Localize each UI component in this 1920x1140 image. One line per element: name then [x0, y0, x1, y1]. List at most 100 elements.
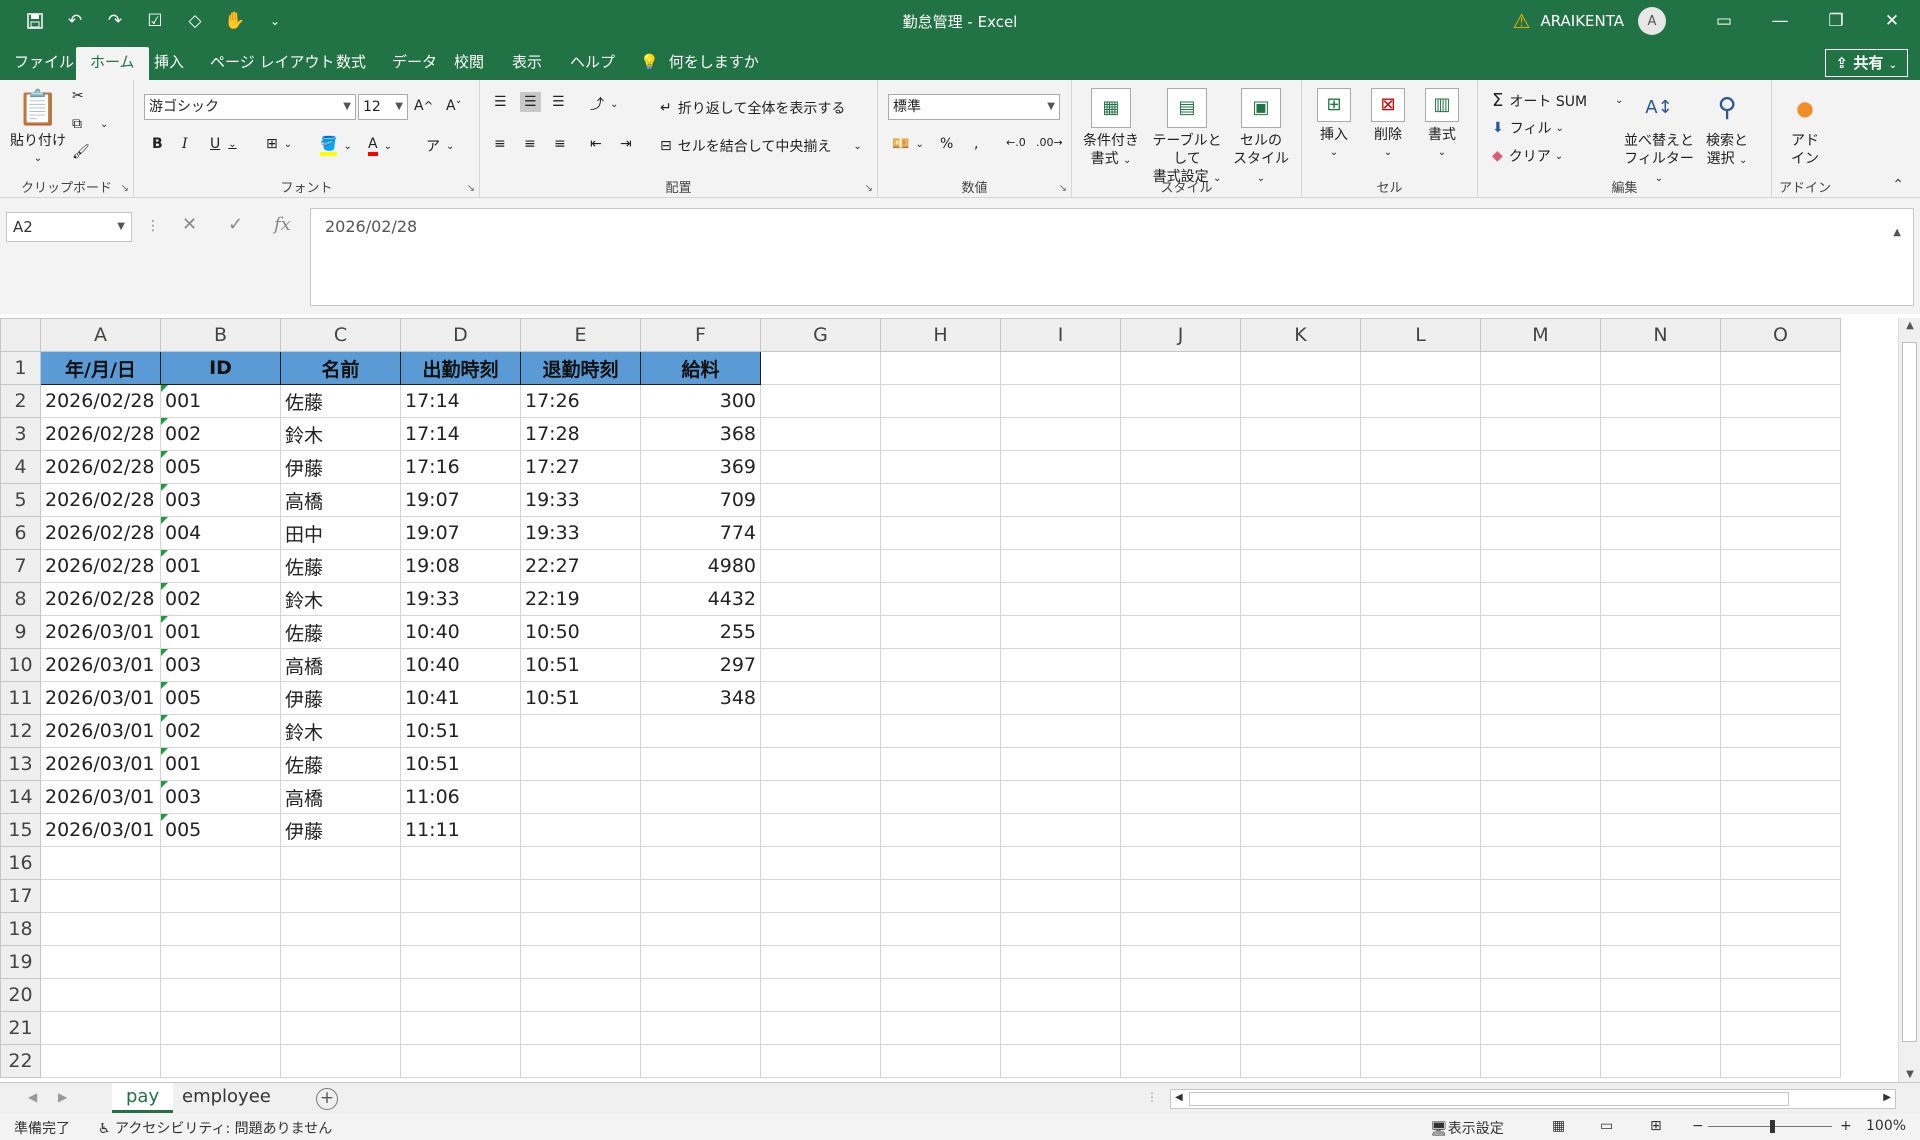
cell-O2[interactable]	[1720, 384, 1841, 418]
cell-N2[interactable]	[1600, 384, 1721, 418]
paste-button[interactable]: 📋 貼り付け ⌄	[8, 88, 68, 168]
cell-L7[interactable]	[1360, 549, 1481, 583]
cell-M13[interactable]	[1480, 747, 1601, 781]
cell-D11[interactable]: 10:41	[400, 681, 521, 715]
cell-N5[interactable]	[1600, 483, 1721, 517]
cell-H13[interactable]	[880, 747, 1001, 781]
cell-K19[interactable]	[1240, 945, 1361, 979]
row-header[interactable]: 22	[0, 1044, 41, 1078]
cell-K18[interactable]	[1240, 912, 1361, 946]
cell-C21[interactable]	[280, 1011, 401, 1045]
cell-N1[interactable]	[1600, 351, 1721, 385]
cell-M4[interactable]	[1480, 450, 1601, 484]
orientation-icon[interactable]: ⤴ ⌄	[590, 94, 618, 114]
cell-B6[interactable]: 004	[160, 516, 281, 550]
cell-K5[interactable]	[1240, 483, 1361, 517]
cell-O21[interactable]	[1720, 1011, 1841, 1045]
page-break-view-icon[interactable]: ⊞	[1650, 1118, 1662, 1134]
cell-L14[interactable]	[1360, 780, 1481, 814]
cell-L11[interactable]	[1360, 681, 1481, 715]
increase-decimal-icon[interactable]: ←.0	[1006, 136, 1026, 149]
cell-F9[interactable]: 255	[640, 615, 761, 649]
sheet-tab-employee[interactable]: employee	[168, 1083, 285, 1113]
cell-C8[interactable]: 鈴木	[280, 582, 401, 616]
scroll-up-icon[interactable]: ▲	[1899, 320, 1920, 331]
cell-A13[interactable]: 2026/03/01	[40, 747, 161, 781]
find-select-button[interactable]: ⚲ 検索と 選択 ⌄	[1694, 88, 1760, 170]
row-header[interactable]: 13	[0, 747, 41, 781]
cell-K13[interactable]	[1240, 747, 1361, 781]
number-format-select[interactable]: 標準 ▼	[888, 94, 1060, 120]
cell-B21[interactable]	[160, 1011, 281, 1045]
cell-O22[interactable]	[1720, 1044, 1841, 1078]
cell-B19[interactable]	[160, 945, 281, 979]
cell-J5[interactable]	[1120, 483, 1241, 517]
cell-B4[interactable]: 005	[160, 450, 281, 484]
cell-H17[interactable]	[880, 879, 1001, 913]
cell-O17[interactable]	[1720, 879, 1841, 913]
cell-C1[interactable]: 名前	[280, 351, 401, 385]
cell-I12[interactable]	[1000, 714, 1121, 748]
phonetic-icon[interactable]: ア ⌄	[426, 136, 454, 156]
cell-O19[interactable]	[1720, 945, 1841, 979]
cell-O13[interactable]	[1720, 747, 1841, 781]
cell-M2[interactable]	[1480, 384, 1601, 418]
cell-D7[interactable]: 19:08	[400, 549, 521, 583]
dialog-launcher-icon[interactable]: ↘	[865, 183, 873, 194]
cell-A4[interactable]: 2026/02/28	[40, 450, 161, 484]
name-box[interactable]: A2 ▼	[6, 212, 132, 242]
cell-M7[interactable]	[1480, 549, 1601, 583]
select-all-corner[interactable]	[0, 318, 41, 352]
cell-M15[interactable]	[1480, 813, 1601, 847]
horizontal-scrollbar[interactable]: ◀ ▶	[1170, 1089, 1896, 1109]
cell-F4[interactable]: 369	[640, 450, 761, 484]
accessibility-status[interactable]: ♿ アクセシビリティ: 問題ありません	[98, 1118, 332, 1138]
cell-N9[interactable]	[1600, 615, 1721, 649]
cell-H7[interactable]	[880, 549, 1001, 583]
cell-H5[interactable]	[880, 483, 1001, 517]
cell-M3[interactable]	[1480, 417, 1601, 451]
cell-L17[interactable]	[1360, 879, 1481, 913]
cell-L16[interactable]	[1360, 846, 1481, 880]
scroll-thumb[interactable]	[1189, 1092, 1789, 1106]
cell-B20[interactable]	[160, 978, 281, 1012]
tab-insert[interactable]: 挿入	[140, 47, 198, 80]
cell-L12[interactable]	[1360, 714, 1481, 748]
row-header[interactable]: 12	[0, 714, 41, 748]
cell-K14[interactable]	[1240, 780, 1361, 814]
cell-B9[interactable]: 001	[160, 615, 281, 649]
column-header[interactable]: D	[400, 318, 521, 352]
cell-N20[interactable]	[1600, 978, 1721, 1012]
cell-L21[interactable]	[1360, 1011, 1481, 1045]
cell-N6[interactable]	[1600, 516, 1721, 550]
copy-icon[interactable]: ⧉ ⌄	[72, 116, 108, 132]
comma-style-icon[interactable]: ,	[974, 136, 978, 152]
wrap-text-button[interactable]: ↵ 折り返して全体を表示する	[660, 98, 845, 118]
cell-D19[interactable]	[400, 945, 521, 979]
next-sheet-icon[interactable]: ▶	[58, 1090, 67, 1104]
cell-J19[interactable]	[1120, 945, 1241, 979]
cell-L8[interactable]	[1360, 582, 1481, 616]
cell-O5[interactable]	[1720, 483, 1841, 517]
cell-D15[interactable]: 11:11	[400, 813, 521, 847]
cell-F7[interactable]: 4980	[640, 549, 761, 583]
cell-N8[interactable]	[1600, 582, 1721, 616]
cell-B12[interactable]: 002	[160, 714, 281, 748]
align-left-icon[interactable]: ≡	[494, 136, 506, 152]
cell-E3[interactable]: 17:28	[520, 417, 641, 451]
addins-button[interactable]: ● アド イン	[1778, 88, 1832, 168]
cell-I22[interactable]	[1000, 1044, 1121, 1078]
cell-D16[interactable]	[400, 846, 521, 880]
cell-O18[interactable]	[1720, 912, 1841, 946]
zoom-level[interactable]: 100%	[1866, 1118, 1906, 1134]
cell-J11[interactable]	[1120, 681, 1241, 715]
cell-J15[interactable]	[1120, 813, 1241, 847]
format-as-table-button[interactable]: ▤ テーブルとして 書式設定 ⌄	[1146, 88, 1228, 188]
cell-I17[interactable]	[1000, 879, 1121, 913]
cell-M14[interactable]	[1480, 780, 1601, 814]
cell-H18[interactable]	[880, 912, 1001, 946]
add-sheet-icon[interactable]: +	[316, 1088, 338, 1110]
cell-C11[interactable]: 伊藤	[280, 681, 401, 715]
cell-G15[interactable]	[760, 813, 881, 847]
cell-C22[interactable]	[280, 1044, 401, 1078]
